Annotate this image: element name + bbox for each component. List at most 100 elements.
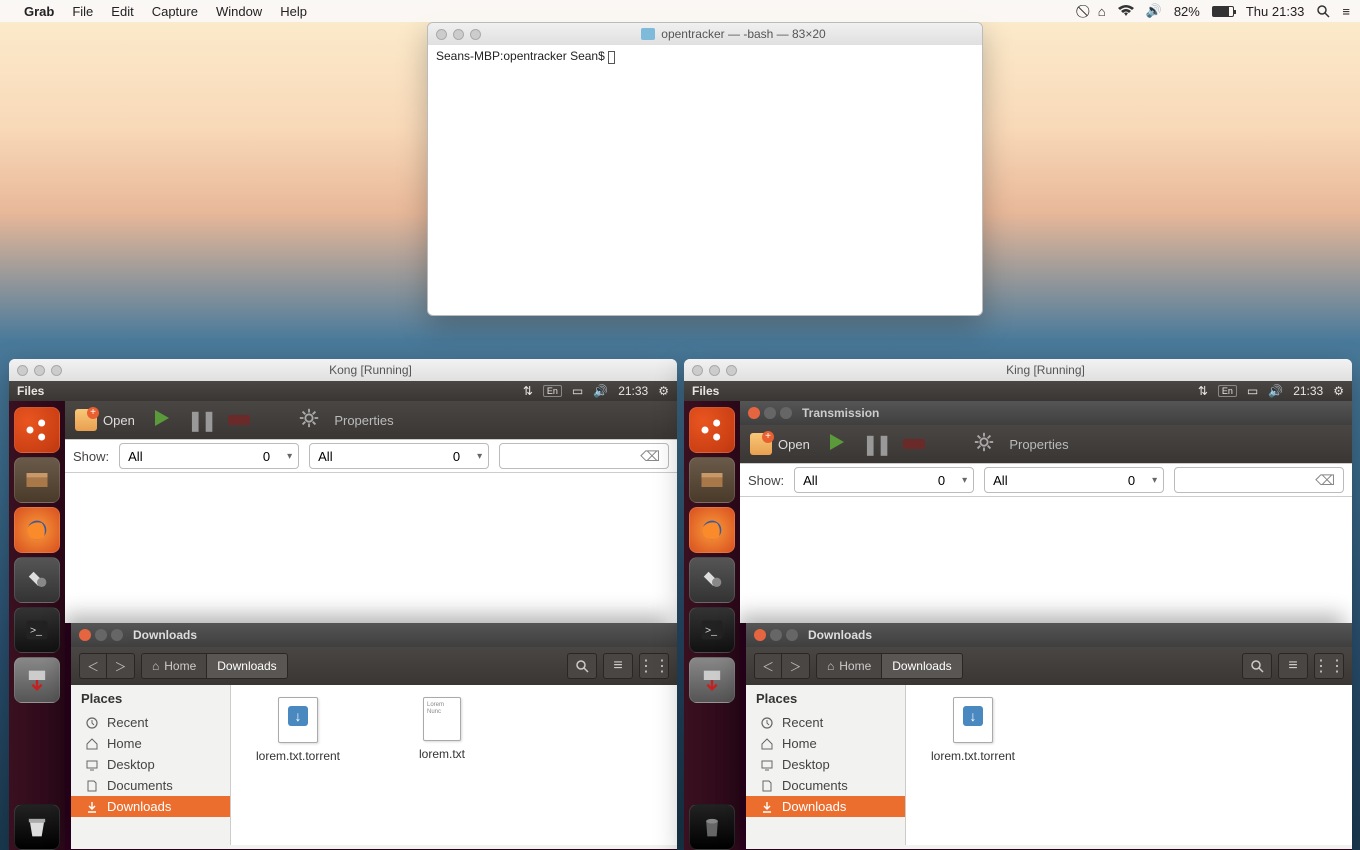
play-button[interactable] xyxy=(149,406,173,435)
volume-icon[interactable]: 🔊 xyxy=(1146,3,1162,19)
network-icon[interactable]: ⇅ xyxy=(523,384,533,398)
remove-button[interactable] xyxy=(903,439,925,449)
place-home[interactable]: Home xyxy=(746,733,905,754)
notification-center-icon[interactable]: ≡ xyxy=(1342,4,1350,19)
place-desktop[interactable]: Desktop xyxy=(746,754,905,775)
nautilus-content[interactable]: lorem.txt.torrent LoremNunc lorem.txt xyxy=(231,685,677,845)
panel-title[interactable]: Files xyxy=(17,384,44,398)
files-launcher[interactable] xyxy=(689,457,735,503)
minimize-icon[interactable] xyxy=(770,629,782,641)
filter-tracker-combo[interactable]: All0 xyxy=(984,467,1164,493)
crumb-downloads[interactable]: Downloads xyxy=(207,653,287,679)
close-icon[interactable] xyxy=(692,365,703,376)
volume-icon[interactable]: 🔊 xyxy=(1268,384,1283,398)
grid-view-button[interactable]: ⋮⋮ xyxy=(639,653,669,679)
place-recent[interactable]: Recent xyxy=(746,712,905,733)
minimize-icon[interactable] xyxy=(764,407,776,419)
list-view-button[interactable]: ≡ xyxy=(1278,653,1308,679)
clock[interactable]: 21:33 xyxy=(618,384,648,398)
play-button[interactable] xyxy=(824,430,848,459)
minimize-icon[interactable] xyxy=(453,29,464,40)
volume-icon[interactable]: 🔊 xyxy=(593,384,608,398)
file-lorem-torrent[interactable]: lorem.txt.torrent xyxy=(918,697,1028,763)
firefox-launcher[interactable] xyxy=(14,507,60,553)
minimize-icon[interactable] xyxy=(34,365,45,376)
home-icon[interactable]: ⌂ xyxy=(1098,4,1106,19)
back-button[interactable]: ＜ xyxy=(754,653,782,679)
file-menu[interactable]: File xyxy=(72,4,93,19)
minimize-icon[interactable] xyxy=(95,629,107,641)
maximize-icon[interactable] xyxy=(111,629,123,641)
zoom-icon[interactable] xyxy=(51,365,62,376)
terminal-body[interactable]: Seans-MBP:opentracker Sean$ xyxy=(428,45,982,68)
vm-kong-titlebar[interactable]: Kong [Running] xyxy=(9,359,677,381)
minimize-icon[interactable] xyxy=(709,365,720,376)
app-menu[interactable]: Grab xyxy=(24,4,54,19)
properties-button[interactable] xyxy=(298,407,320,434)
close-icon[interactable] xyxy=(17,365,28,376)
gear-icon[interactable]: ⚙ xyxy=(1333,384,1344,398)
transmission-torrent-list[interactable] xyxy=(65,473,677,623)
remove-button[interactable] xyxy=(228,415,250,425)
dash-button[interactable] xyxy=(689,407,735,453)
settings-launcher[interactable] xyxy=(689,557,735,603)
filter-status-combo[interactable]: All0 xyxy=(794,467,974,493)
window-menu[interactable]: Window xyxy=(216,4,262,19)
place-documents[interactable]: Documents xyxy=(71,775,230,796)
forward-button[interactable]: ＞ xyxy=(782,653,810,679)
close-icon[interactable] xyxy=(436,29,447,40)
zoom-icon[interactable] xyxy=(726,365,737,376)
open-button[interactable]: Open xyxy=(750,433,810,455)
place-home[interactable]: Home xyxy=(71,733,230,754)
filter-search-input[interactable]: ⌫ xyxy=(1174,467,1344,493)
nautilus-titlebar[interactable]: Downloads xyxy=(746,623,1352,647)
terminal-launcher[interactable]: >_ xyxy=(689,607,735,653)
maximize-icon[interactable] xyxy=(780,407,792,419)
file-lorem-torrent[interactable]: lorem.txt.torrent xyxy=(243,697,353,763)
spotlight-icon[interactable] xyxy=(1316,4,1330,18)
place-desktop[interactable]: Desktop xyxy=(71,754,230,775)
clock[interactable]: 21:33 xyxy=(1293,384,1323,398)
maximize-icon[interactable] xyxy=(786,629,798,641)
battery-icon[interactable]: ▭ xyxy=(572,384,583,398)
properties-button[interactable] xyxy=(973,431,995,458)
wifi-icon[interactable] xyxy=(1118,5,1134,17)
forward-button[interactable]: ＞ xyxy=(107,653,135,679)
transmission-launcher[interactable] xyxy=(14,657,60,703)
search-button[interactable] xyxy=(567,653,597,679)
crumb-downloads[interactable]: Downloads xyxy=(882,653,962,679)
dash-button[interactable] xyxy=(14,407,60,453)
place-recent[interactable]: Recent xyxy=(71,712,230,733)
gear-icon[interactable]: ⚙ xyxy=(658,384,669,398)
trash-launcher[interactable] xyxy=(689,804,735,850)
filter-search-input[interactable]: ⌫ xyxy=(499,443,669,469)
edit-menu[interactable]: Edit xyxy=(111,4,133,19)
terminal-launcher[interactable]: >_ xyxy=(14,607,60,653)
pause-button[interactable]: ❚❚ xyxy=(862,432,890,457)
back-button[interactable]: ＜ xyxy=(79,653,107,679)
files-launcher[interactable] xyxy=(14,457,60,503)
crumb-home[interactable]: ⌂Home xyxy=(816,653,882,679)
pause-button[interactable]: ❚❚ xyxy=(187,408,215,433)
place-documents[interactable]: Documents xyxy=(746,775,905,796)
transmission-launcher[interactable] xyxy=(689,657,735,703)
keyboard-indicator[interactable]: En xyxy=(543,385,562,397)
nautilus-titlebar[interactable]: Downloads xyxy=(71,623,677,647)
nautilus-content[interactable]: lorem.txt.torrent xyxy=(906,685,1352,845)
clear-icon[interactable]: ⌫ xyxy=(640,448,660,465)
battery-icon[interactable] xyxy=(1212,6,1234,17)
place-downloads[interactable]: Downloads xyxy=(746,796,905,817)
settings-launcher[interactable] xyxy=(14,557,60,603)
terminal-titlebar[interactable]: opentracker — -bash — 83×20 xyxy=(428,23,982,45)
crumb-home[interactable]: ⌂Home xyxy=(141,653,207,679)
grid-view-button[interactable]: ⋮⋮ xyxy=(1314,653,1344,679)
close-icon[interactable] xyxy=(748,407,760,419)
help-menu[interactable]: Help xyxy=(280,4,307,19)
zoom-icon[interactable] xyxy=(470,29,481,40)
clear-icon[interactable]: ⌫ xyxy=(1315,472,1335,489)
capture-menu[interactable]: Capture xyxy=(152,4,198,19)
list-view-button[interactable]: ≡ xyxy=(603,653,633,679)
network-icon[interactable]: ⇅ xyxy=(1198,384,1208,398)
place-downloads[interactable]: Downloads xyxy=(71,796,230,817)
transmission-torrent-list[interactable] xyxy=(740,497,1352,623)
